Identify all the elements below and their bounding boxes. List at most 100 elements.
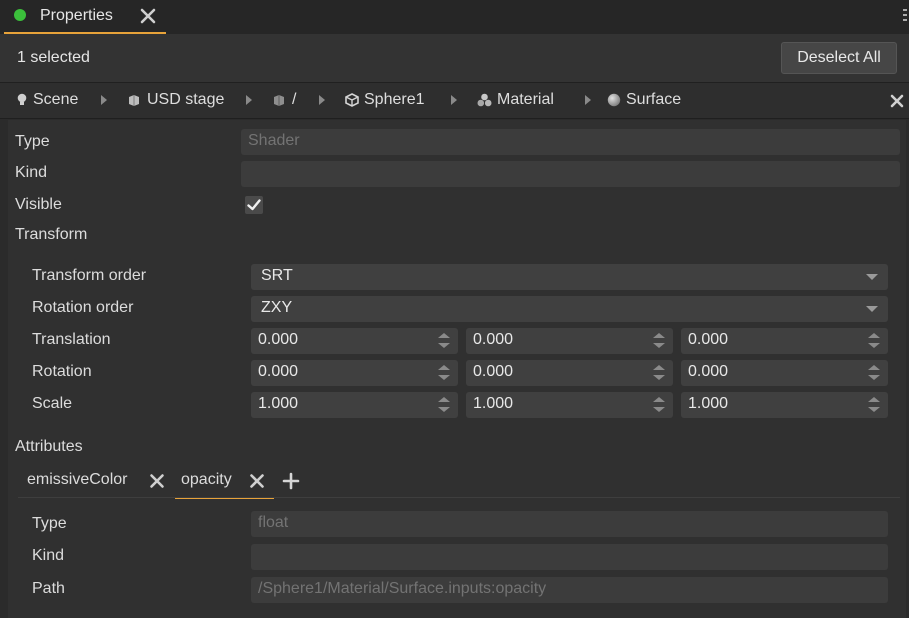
transform-order-label: Transform order [32,267,147,284]
attribute-path-label: Path [32,580,65,597]
status-dot-icon [14,9,26,21]
spin-up-icon[interactable] [868,333,880,338]
translation-y-spinbox[interactable]: 0.000 [466,328,673,354]
checkmark-icon [247,199,261,211]
kind-label: Kind [15,164,48,181]
close-tab-icon[interactable] [138,4,158,28]
kind-field[interactable] [241,161,900,187]
attribute-type-label: Type [32,515,67,532]
scale-x-spinbox[interactable]: 1.000 [251,392,458,418]
spin-up-icon[interactable] [653,333,665,338]
spinbox-value: 0.000 [688,363,729,380]
scale-label: Scale [32,395,73,412]
close-tab-icon[interactable] [248,472,266,490]
attributes-section-label: Attributes [15,438,83,455]
rotation-order-value: ZXY [261,299,293,316]
spinbox-value: 1.000 [688,395,729,412]
scale-z-spinbox[interactable]: 1.000 [681,392,888,418]
spin-up-icon[interactable] [653,397,665,402]
spin-down-icon[interactable] [438,375,450,380]
spinbox-value: 1.000 [473,395,514,412]
attribute-tab-label: emissiveColor [27,471,128,488]
spin-down-icon[interactable] [868,407,880,412]
spin-up-icon[interactable] [868,397,880,402]
panel-tab-bar: Properties [0,0,909,34]
spin-down-icon[interactable] [868,343,880,348]
material-icon [477,93,492,107]
cube-icon [345,93,359,107]
breadcrumb-item-sphere1[interactable]: Sphere1 [345,91,425,109]
rotation-order-dropdown[interactable]: ZXY [251,296,888,322]
transform-section-label: Transform [15,226,88,243]
attribute-path-field[interactable]: /Sphere1/Material/Surface.inputs:opacity [251,577,888,603]
breadcrumb-label: USD stage [147,91,225,108]
breadcrumb-separator-icon [101,95,107,105]
spin-down-icon[interactable] [653,375,665,380]
breadcrumb-item-root[interactable]: / [273,91,296,109]
attribute-kind-field[interactable] [251,544,888,570]
cube-stack-icon [129,95,139,106]
properties-tab[interactable]: Properties [4,0,166,34]
spin-up-icon[interactable] [868,365,880,370]
selection-bar: 1 selected Deselect All [0,34,909,83]
attribute-tab-opacity[interactable]: opacity [175,467,274,499]
selection-count: 1 selected [17,49,90,66]
sphere-icon [607,93,621,107]
rotation-order-label: Rotation order [32,299,134,316]
transform-order-dropdown[interactable]: SRT [251,264,888,290]
cube-stack-icon [274,95,284,106]
breadcrumb-separator-icon [451,95,457,105]
spin-up-icon[interactable] [653,365,665,370]
breadcrumb-item-usd-stage[interactable]: USD stage [128,91,224,109]
attribute-kind-label: Kind [32,547,65,564]
attribute-type-field[interactable]: float [251,511,888,537]
breadcrumb-label: Scene [33,91,79,108]
close-breadcrumb-icon[interactable] [887,91,907,111]
spin-down-icon[interactable] [868,375,880,380]
breadcrumb-label: Sphere1 [364,91,425,108]
translation-label: Translation [32,331,111,348]
rotation-x-spinbox[interactable]: 0.000 [251,360,458,386]
breadcrumb-item-scene[interactable]: Scene [16,91,78,109]
attribute-tab-label: opacity [181,471,232,488]
add-attribute-icon[interactable] [282,472,300,490]
spin-down-icon[interactable] [653,343,665,348]
scale-y-spinbox[interactable]: 1.000 [466,392,673,418]
bulb-icon [17,93,27,105]
spin-up-icon[interactable] [438,365,450,370]
spin-down-icon[interactable] [438,407,450,412]
panel-grip-icon[interactable] [903,9,907,23]
rotation-label: Rotation [32,363,92,380]
spin-up-icon[interactable] [438,397,450,402]
type-label: Type [15,133,50,150]
translation-z-spinbox[interactable]: 0.000 [681,328,888,354]
spin-down-icon[interactable] [438,343,450,348]
breadcrumb-separator-icon [319,95,325,105]
translation-x-spinbox[interactable]: 0.000 [251,328,458,354]
close-tab-icon[interactable] [148,472,166,490]
spinbox-value: 0.000 [473,363,514,380]
deselect-all-button[interactable]: Deselect All [781,42,897,74]
breadcrumb-label: Surface [626,91,682,108]
visible-label: Visible [15,196,62,213]
spinbox-value: 0.000 [473,331,514,348]
rotation-y-spinbox[interactable]: 0.000 [466,360,673,386]
chevron-down-icon [866,306,878,312]
properties-tab-title: Properties [40,7,113,24]
breadcrumb-item-surface[interactable]: Surface [607,91,681,109]
visible-checkbox[interactable] [245,196,263,214]
spinbox-value: 0.000 [688,331,729,348]
breadcrumb-separator-icon [585,95,591,105]
attribute-tab-emissivecolor[interactable]: emissiveColor [20,467,170,497]
chevron-down-icon [866,274,878,280]
breadcrumb-label: / [292,91,297,108]
spin-down-icon[interactable] [653,407,665,412]
spinbox-value: 0.000 [258,363,299,380]
spin-up-icon[interactable] [438,333,450,338]
spinbox-value: 0.000 [258,331,299,348]
type-field[interactable]: Shader [241,129,900,155]
breadcrumb-separator-icon [246,95,252,105]
rotation-z-spinbox[interactable]: 0.000 [681,360,888,386]
transform-order-value: SRT [261,267,293,284]
breadcrumb-item-material[interactable]: Material [477,91,554,109]
